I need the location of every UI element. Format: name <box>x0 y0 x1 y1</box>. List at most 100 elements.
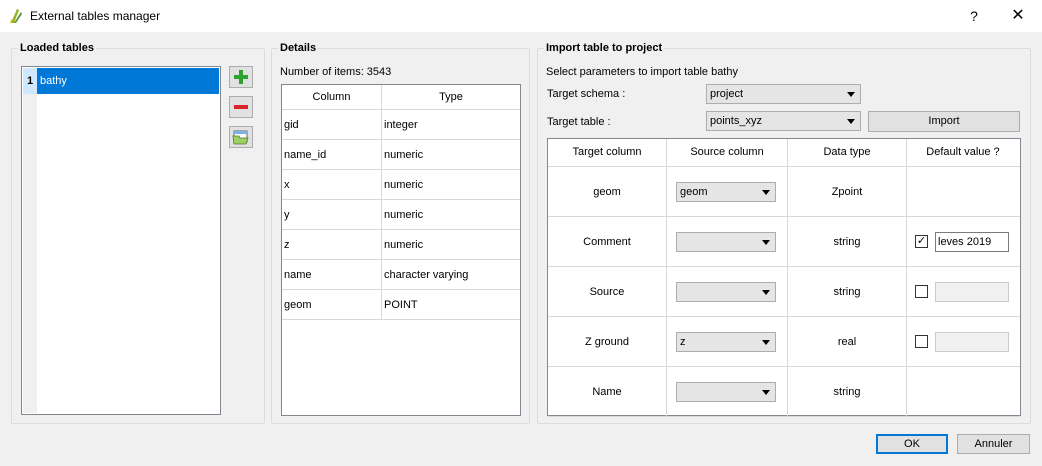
cell-type: POINT <box>384 299 418 311</box>
details-table[interactable]: Column Type gid integer name_id numeric xn… <box>281 84 521 416</box>
data-type-cell: real <box>788 317 907 366</box>
import-title: Import table to project <box>544 42 665 54</box>
data-type-cell: Zpoint <box>788 167 907 216</box>
add-table-button[interactable] <box>229 66 253 88</box>
cell-column: y <box>282 200 382 229</box>
target-column-cell: Z ground <box>548 317 667 366</box>
table-row[interactable]: name_id numeric <box>282 140 520 170</box>
column-mapping-table[interactable]: Target column Source column Data type De… <box>547 138 1021 417</box>
title-bar: External tables manager ? ✕ <box>0 0 1042 32</box>
row-table-name[interactable]: bathy <box>37 68 219 94</box>
table-row[interactable]: z numeric <box>282 230 520 260</box>
table-row[interactable]: name character varying <box>282 260 520 290</box>
source-column-header[interactable]: Source column <box>667 139 788 166</box>
default-value-cell: ✓ leves 2019 <box>907 217 1019 266</box>
loaded-tables-title: Loaded tables <box>18 42 96 54</box>
remove-table-button[interactable] <box>229 96 253 118</box>
plus-icon <box>234 70 248 84</box>
source-column-value: geom <box>680 186 708 198</box>
close-icon[interactable]: ✕ <box>1008 6 1028 26</box>
mapping-row: Source string <box>548 267 1020 317</box>
data-type-cell: string <box>788 267 907 316</box>
import-button[interactable]: Import <box>868 111 1020 132</box>
chevron-down-icon <box>762 190 770 195</box>
source-column-cell <box>667 367 788 416</box>
target-column-cell: Source <box>548 267 667 316</box>
chevron-down-icon <box>762 340 770 345</box>
minus-icon <box>234 105 248 109</box>
chevron-down-icon <box>762 390 770 395</box>
source-column-cell: z <box>667 317 788 366</box>
source-column-cell: geom <box>667 167 788 216</box>
default-value-cell <box>907 317 1019 366</box>
source-column-value: z <box>680 336 686 348</box>
source-column-combo[interactable]: z <box>676 332 776 352</box>
default-value-checkbox[interactable] <box>915 335 928 348</box>
data-type-cell: string <box>788 217 907 266</box>
column-header[interactable]: Column <box>282 85 382 109</box>
default-value-cell <box>907 367 1019 416</box>
default-value-cell <box>907 167 1019 216</box>
cell-column: x <box>282 170 382 199</box>
source-column-cell <box>667 267 788 316</box>
details-title: Details <box>278 42 319 54</box>
chevron-down-icon <box>762 290 770 295</box>
mapping-row: geom geom Zpoint <box>548 167 1020 217</box>
mapping-row: Z ground z real <box>548 317 1020 367</box>
table-row[interactable]: y numeric <box>282 200 520 230</box>
default-value-input[interactable] <box>935 332 1009 352</box>
target-column-cell: geom <box>548 167 667 216</box>
default-value-header[interactable]: Default value ? <box>907 139 1019 166</box>
cell-type: numeric <box>384 179 424 191</box>
cell-type: numeric <box>384 149 424 161</box>
help-button[interactable]: ? <box>966 6 982 26</box>
details-table-header: Column Type <box>282 85 520 110</box>
details-item-count: Number of items: 3543 <box>280 66 392 78</box>
import-instruction: Select parameters to import table bathy <box>546 66 738 78</box>
target-column-header[interactable]: Target column <box>548 139 667 166</box>
qgis-app-icon <box>10 9 22 24</box>
loaded-tables-list[interactable]: 1 bathy <box>21 66 221 415</box>
data-type-cell: string <box>788 367 907 416</box>
table-row[interactable]: gid integer <box>282 110 520 140</box>
target-table-label: Target table : <box>547 116 611 128</box>
target-schema-value: project <box>710 88 744 100</box>
cancel-button[interactable]: Annuler <box>957 434 1030 454</box>
cell-column: geom <box>282 290 382 319</box>
default-value-checkbox[interactable] <box>915 285 928 298</box>
cell-type: character varying <box>384 269 469 281</box>
cell-column: name_id <box>282 140 382 169</box>
source-column-cell <box>667 217 788 266</box>
data-type-header[interactable]: Data type <box>788 139 907 166</box>
table-row[interactable]: x numeric <box>282 170 520 200</box>
target-schema-combo[interactable]: project <box>706 84 861 104</box>
cell-type: numeric <box>384 209 424 221</box>
cell-column: z <box>282 230 382 259</box>
type-header[interactable]: Type <box>382 85 520 109</box>
table-folder-icon <box>232 130 249 145</box>
target-column-cell: Comment <box>548 217 667 266</box>
ok-button[interactable]: OK <box>876 434 948 454</box>
target-table-combo[interactable]: points_xyz <box>706 111 861 131</box>
mapping-row: Name string <box>548 367 1020 417</box>
target-table-value: points_xyz <box>710 115 762 127</box>
source-column-combo[interactable] <box>676 382 776 402</box>
mapping-header: Target column Source column Data type De… <box>548 139 1020 167</box>
table-row[interactable]: geom POINT <box>282 290 520 320</box>
default-value-input[interactable]: leves 2019 <box>935 232 1009 252</box>
load-table-button[interactable] <box>229 126 253 148</box>
cell-type: integer <box>384 119 418 131</box>
source-column-combo[interactable] <box>676 232 776 252</box>
list-item[interactable]: 1 bathy <box>23 68 219 94</box>
source-column-combo[interactable]: geom <box>676 182 776 202</box>
source-column-combo[interactable] <box>676 282 776 302</box>
cell-type: numeric <box>384 239 424 251</box>
target-column-cell: Name <box>548 367 667 416</box>
window-title: External tables manager <box>30 9 161 23</box>
cell-column: name <box>282 260 382 289</box>
default-value-checkbox[interactable]: ✓ <box>915 235 928 248</box>
chevron-down-icon <box>847 119 855 124</box>
list-row-gutter <box>23 94 37 413</box>
row-number: 1 <box>23 68 37 94</box>
default-value-input[interactable] <box>935 282 1009 302</box>
